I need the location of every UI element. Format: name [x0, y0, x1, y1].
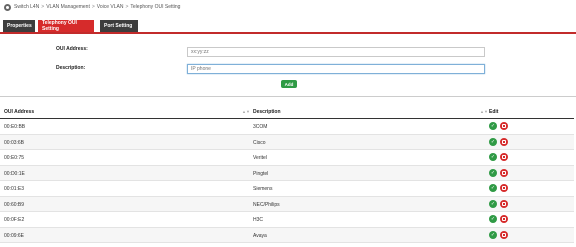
table-row: 00:01:E3 Siemens ✓: [0, 181, 574, 197]
home-icon[interactable]: [4, 3, 11, 11]
description-cell: Avaya: [253, 232, 267, 239]
oui-address-cell: 00:60:B9: [4, 201, 25, 208]
oui-address-cell: 00:01:E3: [4, 186, 25, 192]
edit-icon[interactable]: ✓: [489, 199, 497, 208]
breadcrumb-item[interactable]: Switch L4N: [14, 4, 39, 10]
edit-icon[interactable]: ✓: [489, 153, 497, 161]
oui-table: OUI Address ▲▼ Description ▲▼ Edit 00:E0…: [0, 105, 574, 243]
sort-icon[interactable]: ▲▼: [480, 109, 488, 114]
description-label: Description:: [56, 65, 86, 71]
edit-icon[interactable]: ✓: [489, 168, 497, 177]
tab-bar: Properties Telephony OUI Setting Port Se…: [0, 20, 576, 34]
description-cell: Veritel: [253, 155, 267, 161]
oui-address-cell: 00:E0:BB: [4, 124, 26, 130]
breadcrumb-item-current: Telephony OUI Setting: [130, 4, 181, 10]
table-row: 00:D0:1E Pingtel ✓: [0, 165, 574, 181]
oui-address-cell: 00:E0:75: [4, 155, 25, 161]
table-header: OUI Address ▲▼ Description ▲▼ Edit: [0, 105, 574, 119]
delete-icon[interactable]: [500, 215, 508, 223]
description-cell: Siemens: [253, 186, 273, 192]
breadcrumb-separator: >: [41, 4, 45, 10]
table-body: 00:E0:BB 3COM ✓ 00:03:6B Cisco ✓ 00:E0:75 Verit…: [0, 119, 574, 243]
breadcrumb-item[interactable]: Voice VLAN: [97, 4, 124, 10]
column-header-oui-address[interactable]: OUI Address: [4, 109, 34, 115]
breadcrumb-separator: >: [91, 4, 95, 10]
description-cell: NEC/Philips: [253, 201, 280, 208]
delete-icon[interactable]: [500, 122, 508, 130]
breadcrumb-item[interactable]: VLAN Management: [46, 4, 90, 10]
edit-icon[interactable]: ✓: [489, 137, 497, 146]
edit-icon[interactable]: ✓: [489, 215, 497, 223]
oui-address-label: OUI Address:: [56, 46, 88, 52]
tab-telephony-oui-setting[interactable]: Telephony OUI Setting: [38, 20, 94, 32]
divider: [0, 96, 576, 97]
sort-icon[interactable]: ▲▼: [242, 109, 250, 114]
edit-icon[interactable]: ✓: [489, 230, 497, 239]
delete-icon[interactable]: [500, 184, 508, 192]
delete-icon[interactable]: [500, 168, 508, 177]
table-row: 00:09:6E Avaya ✓: [0, 227, 574, 243]
description-cell: H3C: [253, 217, 264, 223]
table-row: 00:E0:BB 3COM ✓: [0, 119, 574, 135]
delete-icon[interactable]: [500, 230, 508, 239]
description-cell: Cisco: [253, 139, 266, 146]
column-header-description[interactable]: Description: [253, 109, 281, 115]
delete-icon[interactable]: [500, 137, 508, 146]
table-row: 00:03:6B Cisco ✓: [0, 134, 574, 150]
description-input[interactable]: [187, 64, 485, 74]
tab-port-setting[interactable]: Port Setting: [100, 20, 138, 32]
breadcrumb: Switch L4N > VLAN Management > Voice VLA…: [4, 3, 180, 11]
add-button[interactable]: Add: [281, 80, 297, 88]
oui-address-cell: 00:D0:1E: [4, 170, 25, 177]
table-row: 00:0F:E2 H3C ✓: [0, 212, 574, 228]
description-cell: Pingtel: [253, 170, 269, 177]
table-row: 00:60:B9 NEC/Philips ✓: [0, 196, 574, 212]
oui-address-cell: 00:0F:E2: [4, 217, 25, 223]
tab-properties[interactable]: Properties: [3, 20, 35, 32]
oui-address-cell: 00:09:6E: [4, 232, 25, 239]
breadcrumb-separator: >: [125, 4, 129, 10]
column-header-edit: Edit: [489, 109, 499, 115]
oui-address-input[interactable]: [187, 47, 485, 57]
description-cell: 3COM: [253, 124, 268, 130]
edit-icon[interactable]: ✓: [489, 184, 497, 192]
oui-address-cell: 00:03:6B: [4, 139, 25, 146]
table-row: 00:E0:75 Veritel ✓: [0, 150, 574, 166]
delete-icon[interactable]: [500, 153, 508, 161]
edit-icon[interactable]: ✓: [489, 122, 497, 130]
delete-icon[interactable]: [500, 199, 508, 208]
